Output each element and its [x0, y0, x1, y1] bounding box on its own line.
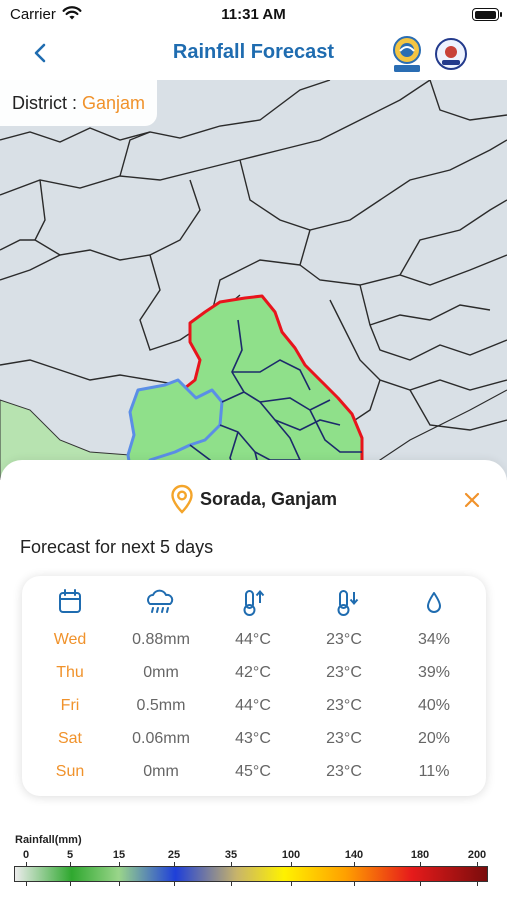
max-temp-cell: 44°C	[235, 697, 271, 714]
forecast-subtitle: Forecast for next 5 days	[20, 537, 214, 557]
day-cell: Wed	[53, 631, 87, 648]
legend-tick-label: 180	[410, 849, 430, 861]
min-temp-cell: 23°C	[326, 763, 362, 780]
rain-cloud-icon	[147, 589, 174, 613]
legend-tick-label: 15	[112, 849, 126, 861]
max-temp-cell: 44°C	[235, 631, 271, 648]
legend-title: Rainfall(mm)	[15, 834, 82, 846]
osdma-logo-icon	[393, 36, 421, 72]
max-temp-cell: 43°C	[235, 730, 271, 747]
min-temp-cell: 23°C	[326, 631, 362, 648]
max-temp-cell: 45°C	[235, 763, 271, 780]
district-separator: :	[67, 93, 83, 113]
thermometer-low-icon	[337, 590, 359, 616]
nav-bar: Rainfall Forecast	[0, 28, 507, 80]
legend-tick-label: 0	[22, 849, 30, 861]
rainfall-cell: 0.88mm	[132, 631, 190, 648]
humidity-cell: 39%	[417, 664, 451, 681]
rainfall-cell: 0.06mm	[132, 730, 190, 747]
district-label: District	[12, 93, 67, 113]
humidity-cell: 11%	[418, 763, 450, 780]
location-header: Sorada, Ganjam	[0, 484, 507, 514]
max-temp-cell: 42°C	[235, 664, 271, 681]
status-bar: Carrier 11:31 AM	[0, 0, 507, 28]
battery-fill	[474, 10, 496, 19]
page-title: Rainfall Forecast	[172, 41, 335, 63]
humidity-drop-icon	[427, 592, 441, 613]
day-cell: Thu	[56, 664, 84, 681]
rainfall-cell: 0.5mm	[136, 697, 186, 714]
thermometer-high-icon	[243, 589, 265, 616]
district-value: Ganjam	[82, 93, 146, 113]
legend-tick-label: 5	[66, 849, 74, 861]
humidity-cell: 34%	[417, 631, 451, 648]
day-cell: Sun	[55, 763, 85, 780]
day-cell: Fri	[60, 697, 80, 714]
location-name: Sorada, Ganjam	[199, 488, 338, 509]
legend-tick-label: 25	[167, 849, 181, 861]
map-canvas	[0, 80, 507, 480]
battery-icon	[472, 8, 502, 21]
min-temp-cell: 23°C	[326, 664, 362, 681]
humidity-cell: 20%	[417, 730, 451, 747]
forecast-card: Wed 0.88mm 44°C 23°C 34% Thu 0mm 42°C 23°C 39% Fri…	[22, 576, 486, 796]
location-pin-icon	[171, 484, 193, 514]
clock: 11:31 AM	[221, 6, 286, 23]
legend-tick-label: 35	[224, 849, 238, 861]
humidity-cell: 40%	[417, 697, 451, 714]
legend-tick-label: 140	[344, 849, 364, 861]
close-icon[interactable]	[462, 490, 482, 510]
district-chip[interactable]: District : Ganjam	[0, 80, 158, 126]
state-seal-icon	[435, 38, 467, 70]
day-cell: Sat	[57, 730, 82, 747]
rainfall-cell: 0mm	[143, 763, 179, 780]
calendar-icon	[59, 589, 81, 613]
legend-tick-label: 200	[467, 849, 487, 861]
min-temp-cell: 23°C	[326, 697, 362, 714]
rainfall-cell: 0mm	[143, 664, 179, 681]
rainfall-map[interactable]	[0, 80, 507, 480]
min-temp-cell: 23°C	[326, 730, 362, 747]
rainfall-color-scale	[14, 866, 488, 882]
legend-tick-label: 100	[281, 849, 301, 861]
